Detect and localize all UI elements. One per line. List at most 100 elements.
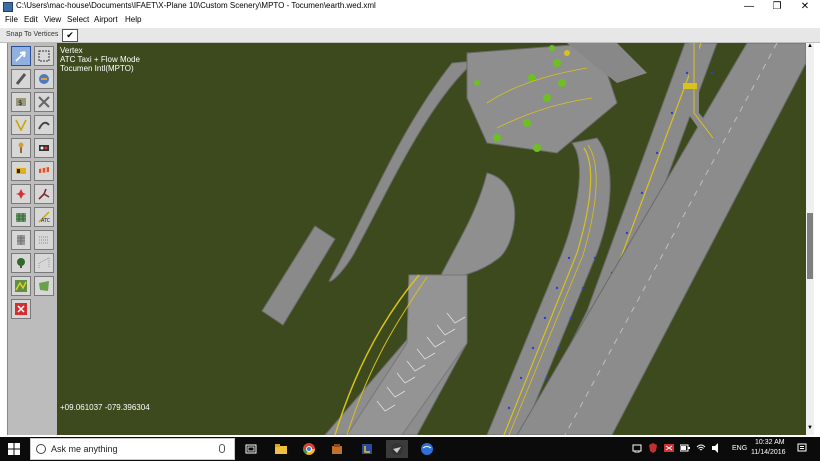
taxi-route-tool-button[interactable] (34, 184, 54, 204)
tools-icon (332, 444, 342, 454)
clock-time[interactable]: 10:32 AM (755, 439, 785, 446)
taskbar-archive[interactable] (356, 440, 378, 458)
atc-tool-button[interactable]: ATC (34, 207, 54, 227)
menu-edit[interactable]: Edit (24, 15, 38, 24)
menu-view[interactable]: View (44, 15, 61, 24)
taskbar-tools[interactable] (326, 440, 348, 458)
vertex-tool-button[interactable] (11, 46, 31, 66)
arrow-icon (15, 51, 26, 62)
taxilane-icon (15, 119, 27, 131)
delete-icon (15, 303, 27, 315)
airport-label: Tocumen Intl(MPTO) (60, 64, 134, 73)
scroll-up-arrow-icon[interactable]: ▲ (806, 43, 814, 53)
clock-date[interactable]: 11/14/2016 (751, 449, 786, 456)
sealane-icon: $ (16, 98, 26, 107)
helipad-icon (39, 74, 49, 84)
tree-icon (17, 258, 25, 268)
forest-tool-button[interactable] (11, 253, 31, 273)
search-placeholder: Ask me anything (51, 444, 118, 454)
scroll-down-arrow-icon[interactable]: ▼ (806, 425, 814, 435)
helipad-tool-button[interactable] (34, 69, 54, 89)
taxiway-tool-button[interactable] (34, 92, 54, 112)
task-view-icon (245, 444, 257, 454)
boundary-tool-button[interactable] (34, 115, 54, 135)
mode-label: ATC Taxi + Flow Mode (60, 55, 140, 64)
airport-map (57, 43, 806, 435)
menu-select[interactable]: Select (67, 15, 89, 24)
taskbar: Ask me anything ENG 10:32 AM 11/14/2016 (0, 437, 820, 461)
facade-icon (16, 213, 26, 222)
menu-help[interactable]: Help (125, 15, 141, 24)
title-bar: C:\Users\mac-house\Documents\IFAET\X-Pla… (0, 0, 820, 14)
taskbar-task-view[interactable] (240, 440, 262, 458)
taxilane-tool-button[interactable] (11, 115, 31, 135)
x-plane-icon (391, 443, 403, 455)
facade-tool-button[interactable] (11, 207, 31, 227)
marquee-icon (38, 50, 50, 62)
building-tool-button[interactable] (11, 230, 31, 250)
menu-bar: File Edit View Select Airport Help (0, 14, 820, 26)
sealane-tool-button[interactable]: $ (11, 92, 31, 112)
building-icon (17, 235, 25, 245)
app-icon (3, 2, 13, 12)
search-box[interactable]: Ask me anything (30, 438, 235, 460)
taskbar-world-editor[interactable] (416, 440, 438, 458)
wifi-icon[interactable] (696, 443, 706, 453)
marquee-tool-button[interactable] (34, 46, 54, 66)
draped-polygon-icon (39, 236, 49, 244)
ramp-start-tool-button[interactable] (11, 184, 31, 204)
tower-viewpoint-tool-button[interactable] (11, 138, 31, 158)
globe-icon (421, 443, 433, 455)
taxiway-icon (38, 96, 50, 108)
network-icon[interactable] (632, 443, 642, 453)
taskbar-chrome[interactable] (298, 440, 320, 458)
draped-polygon-tool-button[interactable] (34, 230, 54, 250)
windsock-icon (39, 167, 49, 173)
svg-text:$: $ (18, 99, 22, 107)
shield-icon[interactable] (648, 443, 658, 453)
delete-tool-button[interactable] (11, 299, 31, 319)
volume-icon[interactable] (712, 443, 722, 453)
atc-icon: ATC (38, 211, 50, 223)
chrome-icon (303, 443, 315, 455)
windows-start-icon[interactable] (8, 443, 20, 455)
line-icon (15, 280, 27, 292)
vertical-scrollbar[interactable]: ▲ ▼ (806, 43, 814, 435)
snap-to-vertices-label: Snap To Vertices (6, 31, 59, 38)
minimize-button[interactable]: — (735, 0, 763, 14)
cortana-icon (36, 444, 46, 454)
taxi-route-icon (38, 188, 50, 200)
antivirus-icon[interactable] (664, 443, 674, 453)
snap-to-vertices-checkbox[interactable]: ✔ (62, 29, 78, 42)
menu-file[interactable]: File (5, 15, 18, 24)
scroll-thumb[interactable] (807, 213, 813, 279)
runway-tool-button[interactable] (11, 69, 31, 89)
close-button[interactable]: ✕ (791, 0, 819, 14)
windsock-tool-button[interactable] (34, 161, 54, 181)
sign-tool-button[interactable] (11, 161, 31, 181)
language-indicator[interactable]: ENG (732, 445, 747, 452)
map-view[interactable]: Vertex ATC Taxi + Flow Mode Tocumen Intl… (57, 43, 806, 435)
cursor-coordinates: +09.061037 -079.396304 (60, 403, 150, 412)
microphone-icon[interactable] (219, 444, 225, 453)
window-title: C:\Users\mac-house\Documents\IFAET\X-Pla… (16, 1, 376, 10)
battery-icon[interactable] (680, 443, 690, 453)
taskbar-x-plane[interactable] (386, 440, 408, 458)
notifications-icon[interactable] (797, 443, 807, 453)
taskbar-file-explorer[interactable] (270, 440, 292, 458)
svg-text:ATC: ATC (41, 218, 50, 223)
object-tool-button[interactable] (34, 276, 54, 296)
light-fixture-icon (39, 145, 49, 151)
taxi-sign (683, 83, 697, 89)
line-tool-button[interactable] (11, 276, 31, 296)
runway-icon (15, 73, 27, 85)
ramp-start-icon (16, 189, 26, 199)
tool-palette: $ ATC (7, 43, 58, 435)
light-fixture-tool-button[interactable] (34, 138, 54, 158)
polygon-tool-button[interactable] (34, 253, 54, 273)
maximize-button[interactable]: ❐ (763, 0, 791, 14)
polygon-icon (38, 257, 50, 268)
menu-airport[interactable]: Airport (94, 15, 118, 24)
snap-toolbar: Snap To Vertices ✔ (0, 28, 820, 43)
selection-tool-label: Vertex (60, 46, 83, 55)
